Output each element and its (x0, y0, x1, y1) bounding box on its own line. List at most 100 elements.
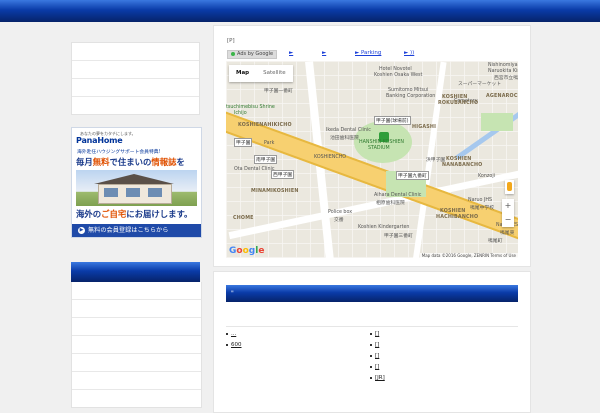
house-image (76, 170, 197, 206)
map-place-label: 鳴尾町 (488, 239, 503, 244)
sidebar-menu-item[interactable] (72, 372, 201, 390)
map-place-label: 甲子園一番町 (264, 89, 293, 94)
ad-link[interactable]: ► )) (404, 50, 414, 56)
info-section-header: " (226, 285, 518, 302)
list-item-link[interactable]: 600 (231, 342, 242, 348)
map-place-label: Sumitomo Mitsui (388, 88, 429, 93)
list-item: [] (370, 340, 510, 351)
house-window (104, 188, 118, 197)
ad-link[interactable]: ► (322, 50, 326, 56)
pegman-figure (507, 182, 512, 191)
banner-cta-label: 無料の会員登録はこちらから (88, 227, 169, 234)
map-station-label: 甲子園九番町 (396, 171, 429, 180)
map-district-label: CHOME (233, 216, 254, 221)
banner-cta-button[interactable]: ▶ 無料の会員登録はこちらから (72, 224, 201, 237)
ad-link[interactable]: ► Parking (355, 50, 381, 56)
banner-tagline: 海外赴任ハウジングサポート会員特典! (77, 150, 161, 155)
map-place-label: Ota Dental Clinic (234, 167, 275, 172)
sidebar-menu-item[interactable] (72, 282, 201, 300)
bullet-icon (226, 332, 228, 335)
map-district-label: HIGASHI (412, 125, 437, 130)
map-place-label: Aihara Dental Clinic (374, 193, 422, 198)
bullet-icon (226, 343, 228, 346)
sidebar-bottom-menu (71, 282, 202, 408)
map-district-label: AGENAROCHO (486, 94, 518, 99)
panahome-ad-banner[interactable]: あなたの夢をカタチにします。 PanaHome 海外赴任ハウジングサポート会員特… (71, 127, 202, 238)
map-place-label: Park (264, 141, 275, 146)
map-attribution[interactable]: Map data ©2016 Google, ZENRIN Terms of U… (419, 253, 518, 258)
map-place-label: 交番 (334, 218, 344, 223)
sidebar-menu-item[interactable] (72, 43, 199, 61)
sidebar-top-menu (71, 42, 200, 115)
house-window (126, 188, 140, 197)
map-station-label: 甲子園(球場前) (374, 116, 411, 125)
sidebar-menu-item[interactable] (72, 97, 199, 114)
map-district-label: KOSHIENAHIKICHO (238, 123, 292, 128)
google-map[interactable]: Hotel Novotel Koshien Osaka West Nishinomi… (226, 61, 518, 258)
list-item-link[interactable]: [JR] (375, 375, 385, 381)
banner-overseas-part: にお届けします。 (126, 209, 193, 219)
top-header-bar (0, 0, 600, 22)
list-item: [] (370, 329, 510, 340)
ads-by-google[interactable]: Ads by Google (227, 50, 278, 59)
banner-headline-highlight: 情報誌 (151, 157, 177, 167)
map-place-label: 池田歯科医院 (330, 136, 359, 141)
map-landmark-label: STADIUM (368, 146, 390, 151)
banner-overseas-part: 海外の (76, 209, 102, 219)
bullet-icon (370, 376, 372, 379)
banner-overseas-highlight: ご自宅 (101, 209, 127, 219)
map-place-label: 鳴尾中学校 (470, 206, 494, 211)
sidebar-menu-item[interactable] (72, 300, 201, 318)
sidebar-menu-item[interactable] (72, 318, 201, 336)
sidebar-menu-item[interactable] (72, 61, 199, 79)
list-item: ... (226, 329, 356, 340)
list-item: [] (370, 351, 510, 362)
map-place-label: KOSHIENCHO (314, 155, 347, 160)
house-roof (94, 174, 174, 184)
map-district-label: MINAMIKOSHIEN (251, 189, 299, 194)
adchoices-icon (231, 51, 235, 56)
map-place-label: Hotel Novotel (379, 67, 412, 72)
info-list-left: ... 600 (226, 329, 356, 351)
street-view-pegman-icon[interactable] (505, 180, 514, 194)
map-place-label: 鳴尾東 (500, 231, 515, 236)
play-arrow-icon: ▶ (78, 226, 85, 234)
list-item-link[interactable]: [] (375, 331, 379, 337)
map-place-label: 相原歯科医院 (376, 201, 405, 206)
map-place-label: 甲子園三番町 (384, 234, 413, 239)
map-place-label: Konzoji (478, 174, 495, 179)
map-place-label: Police box (328, 210, 353, 215)
map-park (481, 113, 513, 131)
map-district-label: KOSHIEN (442, 95, 468, 100)
map-place-label: 浜甲子園 (426, 158, 446, 163)
sidebar-menu-item[interactable] (72, 336, 201, 354)
ads-label: Ads by Google (237, 51, 274, 57)
list-item: 600 (226, 340, 356, 351)
list-item-link[interactable]: ... (231, 331, 236, 337)
google-logo[interactable]: Google (229, 246, 264, 256)
map-type-map-button[interactable]: Map (229, 65, 256, 82)
map-type-toggle[interactable]: Map Satellite (229, 65, 293, 82)
banner-headline-text: を (176, 157, 185, 167)
map-landmark-label: HANSHIN KOSHIEN (359, 140, 405, 145)
map-landmark-label: tsuchimebisu Shrine (226, 105, 275, 110)
list-item-link[interactable]: [] (375, 342, 379, 348)
info-list-right: [] [] [] [] [JR] (370, 329, 510, 384)
list-item-link[interactable]: [] (375, 353, 379, 359)
sidebar-menu-item[interactable] (72, 354, 201, 372)
map-district-label: HACHIBANCHO (436, 215, 479, 220)
map-station-label: 甲子園 (234, 138, 253, 147)
map-place-label: Nishinomiya Munic (488, 63, 518, 68)
list-item-link[interactable]: [] (375, 364, 379, 370)
map-station-label: 西甲子園 (271, 170, 295, 179)
ads-chip[interactable]: Ads by Google (227, 50, 278, 59)
zoom-out-button[interactable]: − (502, 213, 514, 227)
zoom-in-button[interactable]: + (502, 199, 514, 213)
banner-overseas-text: 海外のご自宅にお届けします。 (76, 208, 192, 220)
divider (226, 326, 518, 327)
sidebar-menu-item[interactable] (72, 79, 199, 97)
ad-link[interactable]: ► (289, 50, 293, 56)
bullet-icon (370, 332, 372, 335)
sidebar-menu-item[interactable] (72, 390, 201, 407)
map-type-satellite-button[interactable]: Satellite (256, 65, 293, 82)
